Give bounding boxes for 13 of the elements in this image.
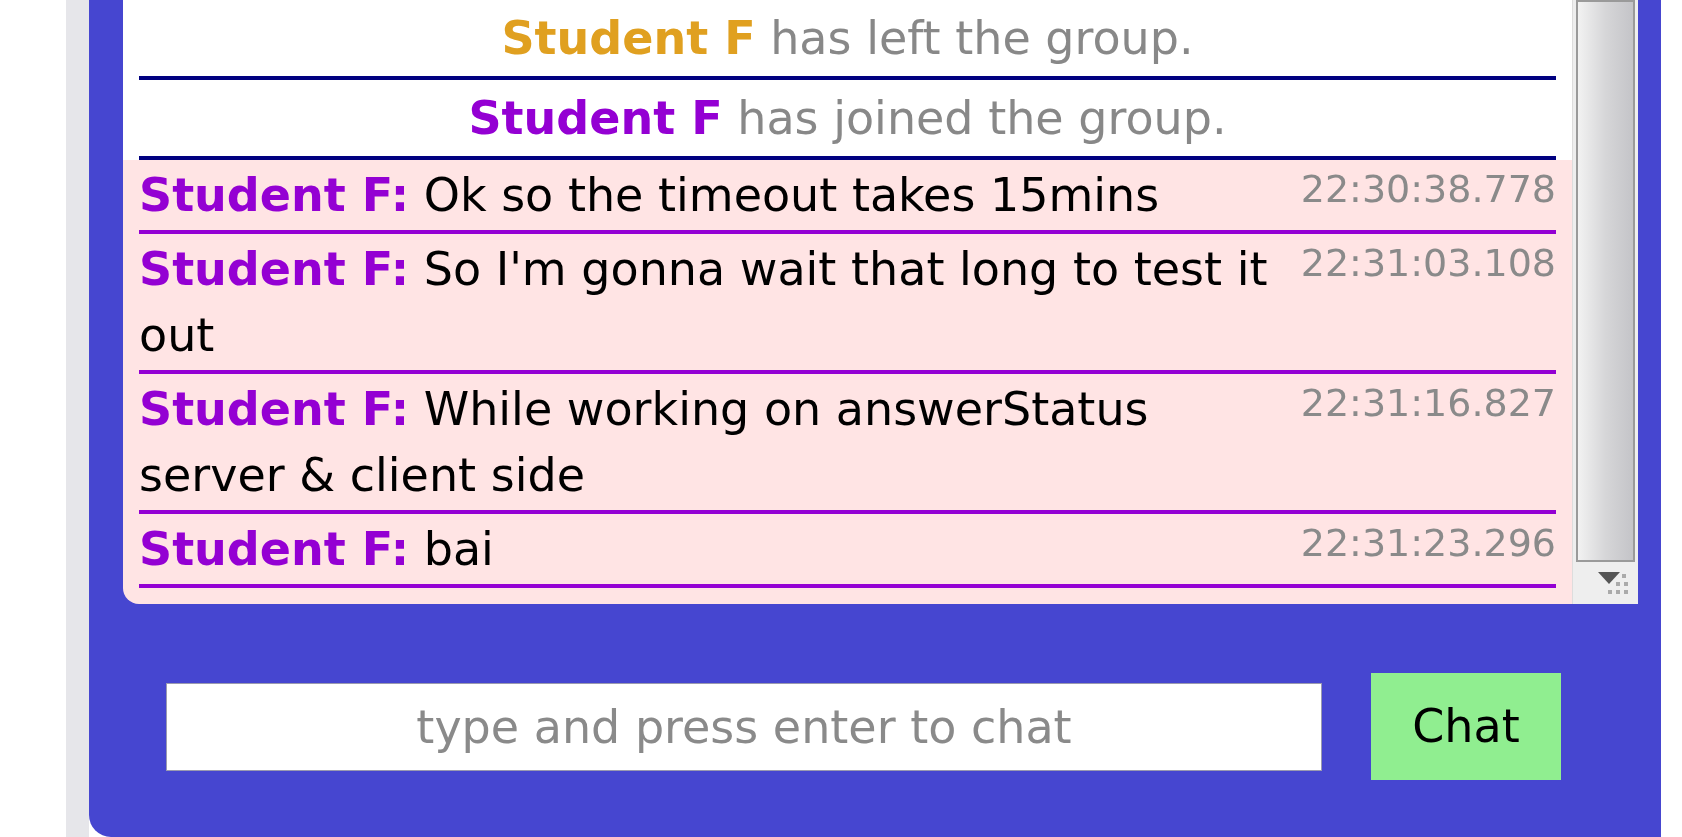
chat-input[interactable]: type and press enter to chat xyxy=(166,682,1322,771)
chat-message: Student F: Ok so the timeout takes 15mins xyxy=(139,167,1161,224)
scrollbar-thumb[interactable] xyxy=(1576,0,1635,562)
system-message: Student F has joined the group. xyxy=(468,91,1227,145)
chat-button[interactable]: Chat xyxy=(1371,673,1561,780)
chat-message: Student F: So I'm gonna wait that long to test it out xyxy=(139,241,1269,364)
timestamp: 22:31:16.827 xyxy=(1300,380,1556,427)
timestamp: 22:31:03.108 xyxy=(1300,240,1556,287)
scrollbar[interactable] xyxy=(1572,0,1638,604)
chat-message: Student F: bai xyxy=(139,521,495,578)
system-message: Student F has left the group. xyxy=(501,11,1194,65)
timestamp: 22:31:23.296 xyxy=(1300,520,1556,567)
timestamp: 22:30:38.778 xyxy=(1300,166,1556,213)
